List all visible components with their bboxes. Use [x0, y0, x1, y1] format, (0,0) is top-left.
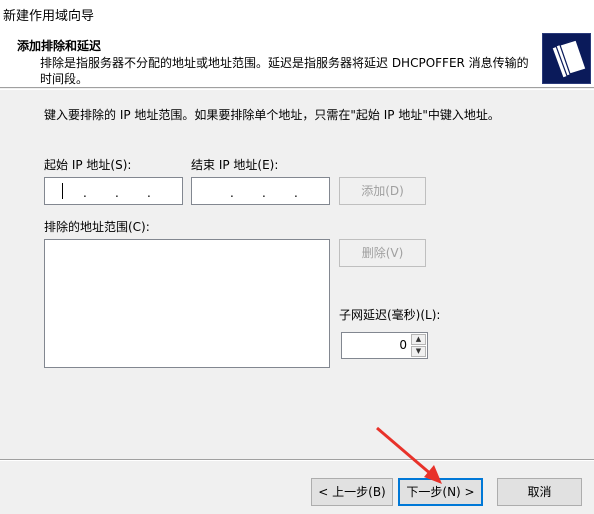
stepper-down-icon[interactable]: ▼: [411, 346, 426, 357]
start-ip-label: 起始 IP 地址(S):: [44, 158, 132, 172]
footer-divider-highlight: [0, 460, 594, 461]
cancel-button[interactable]: 取消: [497, 478, 582, 506]
delete-button[interactable]: 删除(V): [339, 239, 426, 267]
wizard-header: 添加排除和延迟 排除是指服务器不分配的地址或地址范围。延迟是指服务器将延迟 DH…: [0, 30, 594, 88]
wizard-window: 新建作用域向导 添加排除和延迟 排除是指服务器不分配的地址或地址范围。延迟是指服…: [0, 0, 594, 514]
ip-dot: .: [262, 186, 266, 200]
back-button[interactable]: < 上一步(B): [311, 478, 393, 506]
window-title: 新建作用域向导: [3, 9, 95, 24]
stepper-up-icon[interactable]: ▲: [411, 334, 426, 345]
header-divider: [0, 89, 594, 90]
start-ip-input[interactable]: . . .: [44, 177, 183, 205]
delay-value: 0: [399, 338, 407, 352]
title-bar: 新建作用域向导: [0, 0, 594, 30]
excluded-ranges-list[interactable]: [44, 239, 330, 368]
end-ip-label: 结束 IP 地址(E):: [191, 158, 279, 172]
end-ip-input[interactable]: . . .: [191, 177, 330, 205]
add-button[interactable]: 添加(D): [339, 177, 426, 205]
ip-dot: .: [147, 186, 151, 200]
folder-stack-icon: [542, 33, 591, 84]
ip-dot: .: [83, 186, 87, 200]
header-description: 排除是指服务器不分配的地址或地址范围。延迟是指服务器将延迟 DHCPOFFER …: [40, 56, 529, 86]
instruction-text: 键入要排除的 IP 地址范围。如果要排除单个地址，只需在"起始 IP 地址"中键…: [44, 108, 500, 122]
subnet-delay-label: 子网延迟(毫秒)(L):: [339, 308, 441, 322]
ip-dot: .: [294, 186, 298, 200]
next-button[interactable]: 下一步(N) >: [398, 478, 483, 506]
excluded-ranges-label: 排除的地址范围(C):: [44, 220, 150, 234]
header-title: 添加排除和延迟: [17, 39, 102, 53]
subnet-delay-stepper[interactable]: 0 ▲ ▼: [341, 332, 428, 359]
text-caret: [62, 183, 63, 199]
ip-dot: .: [230, 186, 234, 200]
ip-dot: .: [115, 186, 119, 200]
